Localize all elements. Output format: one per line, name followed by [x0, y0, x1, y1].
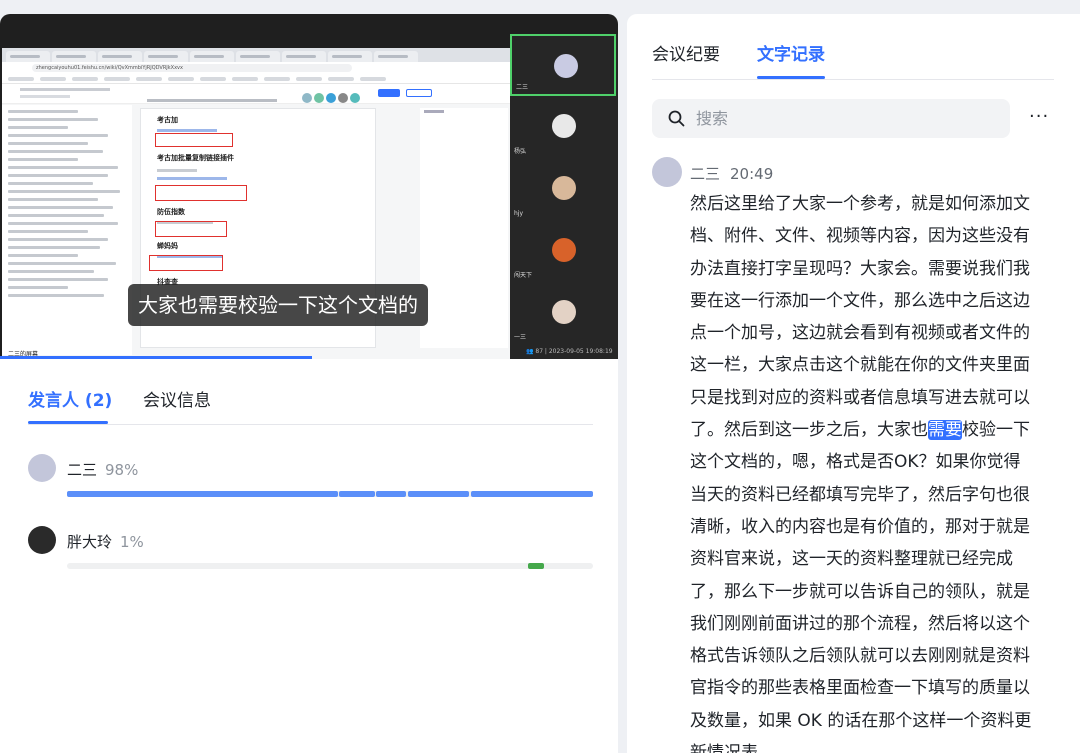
- participant-name: 闯天下: [514, 272, 533, 279]
- speaking-timeline[interactable]: [67, 563, 593, 569]
- playback-progress[interactable]: [0, 356, 312, 359]
- tab-transcript[interactable]: 文字记录: [757, 40, 825, 65]
- transcript-timestamp[interactable]: 20:49: [730, 165, 773, 183]
- meeting-video-player[interactable]: zhengcaiyouhu01.feishu.cn/wiki/QvXmmbiYj…: [0, 14, 618, 359]
- browser-url: zhengcaiyouhu01.feishu.cn/wiki/QvXmmbiYj…: [32, 64, 352, 72]
- left-panel: zhengcaiyouhu01.feishu.cn/wiki/QvXmmbiYj…: [0, 14, 618, 753]
- participant-tile[interactable]: 闯天下: [510, 220, 616, 282]
- speaker-name: 二三 98%: [67, 461, 139, 479]
- search-icon: [668, 110, 685, 127]
- doc-section-title: 考古加: [157, 116, 178, 124]
- participant-tile[interactable]: 杨弘: [510, 96, 616, 158]
- participant-name: hjy: [514, 210, 524, 217]
- transcript-text: 然后这里给了大家一个参考，就是如何添加文档、附件、文件、视频等内容，因为这些没有…: [690, 194, 1032, 753]
- doc-comment-column: [420, 108, 508, 348]
- search-input[interactable]: [696, 107, 996, 129]
- participant-avatar: [552, 114, 576, 138]
- participant-avatar: [552, 300, 576, 324]
- doc-section-title: 防伍指数: [157, 208, 185, 216]
- participant-avatar: [552, 238, 576, 262]
- speaking-segment[interactable]: [376, 491, 407, 497]
- tab-meeting-info[interactable]: 会议信息: [143, 386, 211, 411]
- participant-tile[interactable]: 二三: [510, 34, 616, 96]
- speaker-percent: 1%: [120, 533, 144, 551]
- doc-outline: [2, 105, 132, 355]
- bookmarks-bar: [2, 74, 510, 84]
- tab-meeting-summary[interactable]: 会议纪要: [652, 40, 720, 65]
- speaking-segment[interactable]: [339, 491, 375, 497]
- participant-name: 一三: [514, 334, 527, 341]
- participant-tile[interactable]: hjy: [510, 158, 616, 220]
- speaker-name: 胖大玲 1%: [67, 533, 144, 551]
- transcript-entry-header: 二三 20:49: [690, 163, 773, 184]
- speaking-segment[interactable]: [407, 491, 470, 497]
- speaker-avatar: [28, 454, 56, 482]
- more-options-icon[interactable]: ···: [1029, 108, 1049, 126]
- browser-address-bar: zhengcaiyouhu01.feishu.cn/wiki/QvXmmbiYj…: [2, 62, 510, 74]
- tabs-divider: [28, 424, 593, 425]
- participant-avatar: [552, 176, 576, 200]
- speaking-timeline[interactable]: [67, 491, 593, 497]
- transcript-search[interactable]: [652, 99, 1010, 138]
- meeting-meta: 👥 87 | 2023-09-05 19:08:19: [526, 348, 613, 355]
- tab-speakers[interactable]: 发言人 (2): [28, 386, 112, 411]
- browser-tab-strip: [2, 48, 510, 62]
- current-word-highlight[interactable]: 需要: [928, 420, 962, 441]
- participant-tile[interactable]: 一三: [510, 282, 616, 344]
- speaking-segment[interactable]: [67, 491, 338, 497]
- participant-name: 二三: [516, 84, 529, 91]
- participant-avatar: [554, 54, 578, 78]
- speaker-avatar: [652, 157, 682, 187]
- speaker-percent: 98%: [105, 461, 139, 479]
- participant-name: 杨弘: [514, 148, 527, 155]
- live-subtitle: 大家也需要校验一下这个文档的: [128, 284, 428, 326]
- tabs-divider: [652, 79, 1054, 80]
- right-panel: 会议纪要 文字记录 ··· 二三 20:49 然后这里给了大家一个参考，就是如何添…: [627, 14, 1080, 753]
- participant-list: 二三 杨弘 hjy 闯天下 一三: [510, 34, 618, 359]
- transcript-speaker-name: 二三: [690, 165, 721, 183]
- speaker-avatar: [28, 526, 56, 554]
- speaking-segment[interactable]: [470, 491, 593, 497]
- doc-section-title: 蝉妈妈: [157, 242, 178, 250]
- doc-section-title: 考古加批量复制链接插件: [157, 154, 234, 162]
- speaking-segment[interactable]: [528, 563, 544, 569]
